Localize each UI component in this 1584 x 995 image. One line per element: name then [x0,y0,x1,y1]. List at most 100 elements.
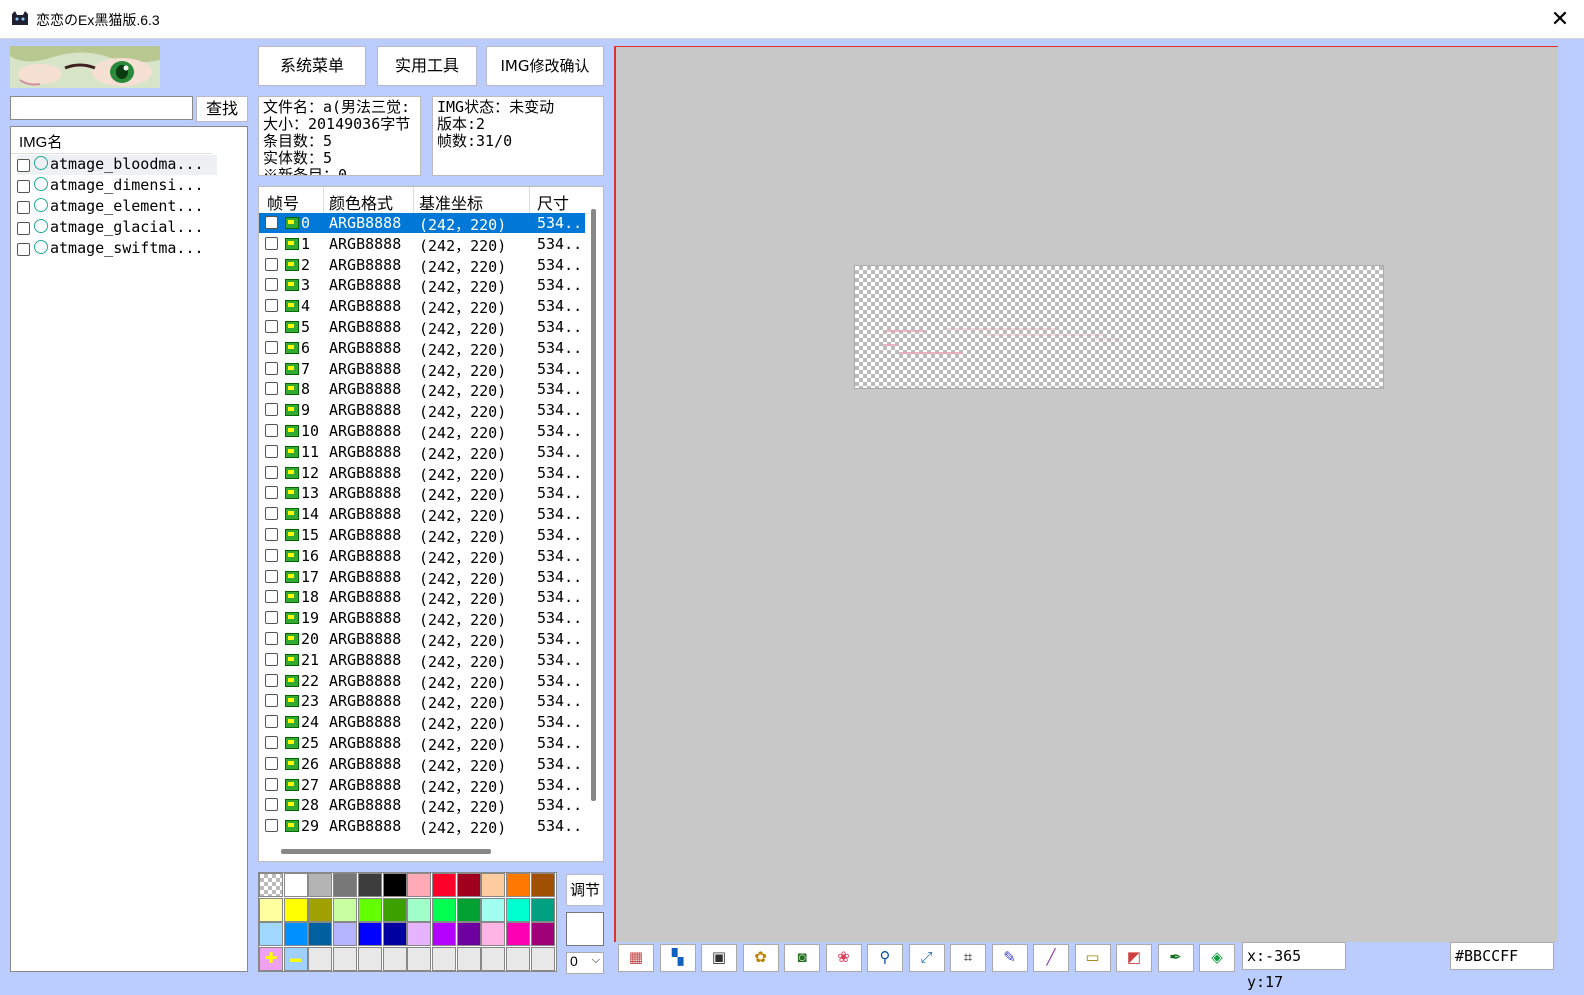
frame-checkbox[interactable] [265,673,278,687]
color-swatch[interactable] [382,897,407,922]
frame-checkbox[interactable] [265,382,278,396]
line-tool-icon[interactable]: ╱ [1033,944,1069,972]
frame-checkbox[interactable] [265,569,278,583]
color-swatch[interactable] [308,873,333,897]
empty-swatch[interactable] [333,947,358,972]
empty-swatch[interactable] [530,947,555,972]
frame-checkbox[interactable] [265,236,278,250]
img-checkbox[interactable] [17,158,30,172]
color-swatch[interactable] [357,897,382,922]
transparent-swatch[interactable] [259,873,283,897]
frame-row[interactable]: 8 ARGB8888 (242，220) 534.. [259,379,585,400]
column-divider[interactable] [529,187,530,213]
frame-checkbox[interactable] [265,444,278,458]
color-swatch[interactable] [481,873,506,897]
color-swatch[interactable] [283,873,308,897]
frame-row[interactable]: 5 ARGB8888 (242，220) 534.. [259,317,585,338]
empty-swatch[interactable] [357,947,382,972]
frame-row[interactable]: 16 ARGB8888 (242，220) 534.. [259,546,585,567]
color-swatch[interactable] [481,922,506,947]
utility-tools-button[interactable]: 实用工具 [377,46,477,86]
column-divider[interactable] [323,187,324,213]
color-swatch[interactable] [456,922,481,947]
color-swatch[interactable] [407,897,432,922]
eyedropper-tool-icon[interactable]: ✒ [1157,944,1194,972]
frame-checkbox[interactable] [265,216,278,229]
frame-checkbox[interactable] [265,632,278,645]
color-swatch[interactable] [431,922,456,947]
add-color-button[interactable]: ✚ [259,947,283,972]
frame-row[interactable]: 12 ARGB8888 (242，220) 534.. [259,463,585,484]
color-swatch[interactable] [506,922,530,947]
column-size[interactable]: 尺寸 [537,190,569,214]
color-swatch[interactable] [308,897,333,922]
tag-tool-icon[interactable]: ◈ [1199,944,1235,972]
img-confirm-button[interactable]: IMG修改确认 [486,46,604,86]
frame-row[interactable]: 11 ARGB8888 (242，220) 534.. [259,442,585,463]
remove-color-button[interactable]: ▬ [283,947,308,972]
frame-checkbox[interactable] [265,403,278,417]
color-swatch[interactable] [283,922,308,947]
frame-checkbox[interactable] [265,590,278,604]
color-swatch[interactable] [431,873,456,897]
color-swatch[interactable] [506,897,530,922]
frame-row[interactable]: 6 ARGB8888 (242，220) 534.. [259,338,585,359]
frame-row[interactable]: 20 ARGB8888 (242，220) 534.. [259,629,585,650]
frame-checkbox[interactable] [265,486,278,500]
frame-row[interactable]: 0 ARGB8888 (242，220) 534.. [259,213,585,234]
frame-checkbox[interactable] [265,507,278,521]
rectangle-tool-icon[interactable]: ▭ [1074,944,1111,972]
empty-swatch[interactable] [407,947,432,972]
frame-checkbox[interactable] [265,611,278,625]
color-swatch[interactable] [259,897,283,922]
img-checkbox[interactable] [17,179,30,193]
column-color-format[interactable]: 颜色格式 [329,190,393,214]
color-swatch[interactable] [456,897,481,922]
frame-row[interactable]: 26 ARGB8888 (242，220) 534.. [259,754,585,775]
color-swatch[interactable] [333,922,358,947]
frames-horizontal-scrollbar[interactable] [281,849,491,854]
img-checkbox[interactable] [17,242,30,256]
color-swatch[interactable] [382,922,407,947]
color-swatch[interactable] [333,873,358,897]
camera-tool-icon[interactable]: ◙ [784,944,820,972]
color-swatch[interactable] [530,922,555,947]
frame-checkbox[interactable] [265,819,278,833]
frame-checkbox[interactable] [265,320,278,333]
frame-checkbox[interactable] [265,736,278,749]
frame-checkbox[interactable] [265,652,278,666]
canvas-tool-icon[interactable]: ▦ [618,944,654,972]
frame-row[interactable]: 21 ARGB8888 (242，220) 534.. [259,650,585,671]
frame-row[interactable]: 10 ARGB8888 (242，220) 534.. [259,421,585,442]
color-swatch[interactable] [530,897,555,922]
empty-swatch[interactable] [456,947,481,972]
img-list-item[interactable]: atmage_element... [17,197,217,217]
empty-swatch[interactable] [308,947,333,972]
color-swatch[interactable] [308,922,333,947]
color-hex-readout[interactable]: #BBCCFF [1450,942,1554,970]
frame-row[interactable]: 17 ARGB8888 (242，220) 534.. [259,567,585,588]
frame-row[interactable]: 18 ARGB8888 (242，220) 534.. [259,587,585,608]
color-swatch[interactable] [481,897,506,922]
close-icon[interactable]: ✕ [1536,0,1584,38]
frame-row[interactable]: 24 ARGB8888 (242，220) 534.. [259,712,585,733]
frame-row[interactable]: 9 ARGB8888 (242，220) 534.. [259,400,585,421]
frame-row[interactable]: 22 ARGB8888 (242，220) 534.. [259,671,585,692]
frame-checkbox[interactable] [265,465,278,479]
color-swatch[interactable] [431,897,456,922]
frame-row[interactable]: 23 ARGB8888 (242，220) 534.. [259,691,585,712]
frame-row[interactable]: 7 ARGB8888 (242，220) 534.. [259,359,585,380]
pencil-tool-icon[interactable]: ✎ [991,944,1028,972]
cat-tool-icon[interactable]: ✿ [742,944,779,972]
frame-row[interactable]: 29 ARGB8888 (242，220) 534.. [259,816,585,837]
frame-row[interactable]: 4 ARGB8888 (242，220) 534.. [259,296,585,317]
frame-checkbox[interactable] [265,756,278,770]
img-list-item[interactable]: atmage_swiftma... [17,239,217,259]
move-tool-icon[interactable]: ⤢ [908,944,945,972]
zoom-select[interactable]: 0 ⌵ [566,952,604,974]
img-checkbox[interactable] [17,200,30,214]
frame-row[interactable]: 14 ARGB8888 (242，220) 534.. [259,504,585,525]
frame-row[interactable]: 13 ARGB8888 (242，220) 534.. [259,483,585,504]
img-list-item[interactable]: atmage_glacial... [17,218,217,238]
color-swatch[interactable] [357,873,382,897]
